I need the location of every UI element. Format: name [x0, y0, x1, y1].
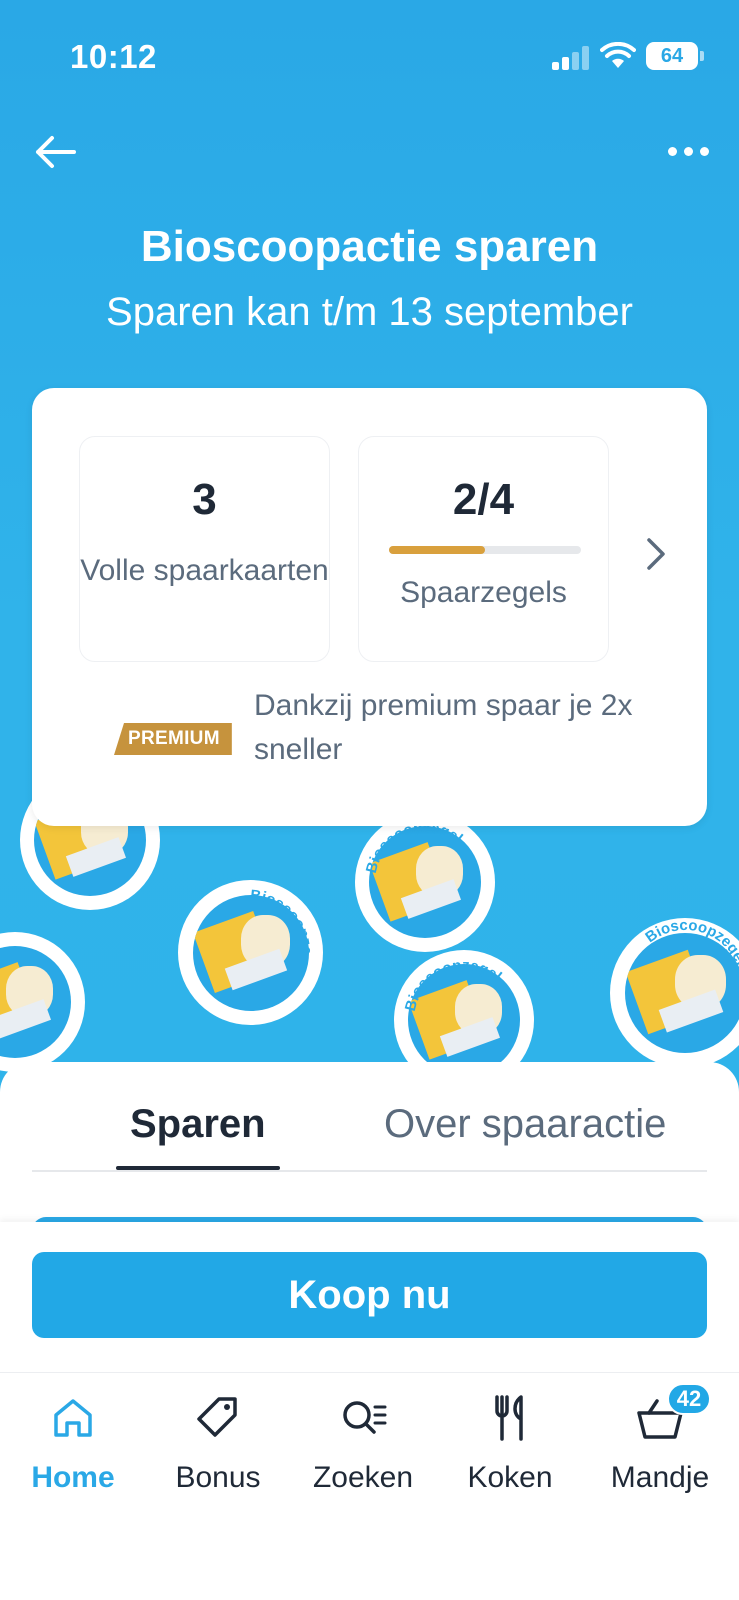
tab-divider [32, 1170, 707, 1172]
status-bar: 10:12 64 [0, 0, 739, 110]
svg-text:Bioscoopzegel: Bioscoopzegel [402, 957, 505, 1013]
battery-icon: 64 [646, 42, 704, 70]
page-subtitle: Sparen kan t/m 13 september [106, 290, 633, 334]
savings-summary-card[interactable]: 3 Volle spaarkaarten 2/4 Spaarzegels PRE… [32, 388, 707, 826]
stamps-progress-bar [389, 546, 581, 554]
nav-label-bonus: Bonus [175, 1461, 261, 1494]
bottom-navigation: Home Bonus Zoeken Koken 42 Mandje [0, 1372, 739, 1600]
sticker-label: Bioscoopzegel [402, 957, 505, 1013]
stamps-progress-fill [389, 546, 485, 554]
cellular-signal-icon [552, 46, 592, 70]
sticker-image: Bioscoopzegel [610, 918, 739, 1068]
nav-item-bonus[interactable]: Bonus [148, 1393, 288, 1495]
stamps-label: Spaarzegels [400, 576, 567, 609]
chevron-right-icon[interactable] [640, 534, 670, 574]
status-time: 10:12 [70, 38, 157, 75]
page-title: Bioscoopactie sparen [140, 222, 599, 271]
sticker-label: Bioscoopzegel [363, 819, 466, 875]
full-cards-label: Volle spaarkaarten [80, 554, 329, 587]
buy-area: Koop nu [0, 1222, 739, 1372]
hero-banner: 10:12 64 Bioscoopactie sparen Sparen kan… [0, 0, 739, 1120]
svg-text:Bioscoopzegel: Bioscoopzegel [363, 819, 466, 875]
tab-over-spaaractie[interactable]: Over spaaractie [384, 1102, 666, 1147]
full-cards-stat: 3 Volle spaarkaarten [79, 436, 330, 662]
nav-label-mandje: Mandje [610, 1461, 710, 1494]
more-options-icon[interactable] [664, 136, 714, 166]
sticker-image [0, 932, 85, 1072]
buy-now-button[interactable]: Koop nu [32, 1252, 707, 1338]
premium-info-text: Dankzij premium spaar je 2x sneller [254, 689, 633, 766]
back-arrow-icon[interactable] [30, 130, 80, 174]
stamps-stat: 2/4 Spaarzegels [358, 436, 609, 662]
nav-label-zoeken: Zoeken [312, 1461, 414, 1494]
tab-sparen[interactable]: Sparen [130, 1102, 266, 1147]
premium-badge: PREMIUM [114, 723, 232, 755]
nav-label-home: Home [31, 1461, 115, 1494]
home-icon [54, 1399, 92, 1437]
nav-item-mandje[interactable]: 42 Mandje [590, 1383, 730, 1495]
fork-knife-icon [495, 1395, 523, 1441]
sticker-label: Bioscoopzegel [178, 880, 315, 955]
svg-text:Bioscoopzegel: Bioscoopzegel [642, 918, 739, 968]
nav-item-home[interactable]: Home [3, 1393, 143, 1495]
cart-count-badge: 42 [667, 1383, 711, 1415]
svg-text:Bioscoopzegel: Bioscoopzegel [178, 880, 315, 955]
search-list-icon [343, 1401, 387, 1434]
battery-level: 64 [660, 45, 684, 67]
nav-label-koken: Koken [467, 1461, 553, 1494]
sticker-image: Bioscoopzegel [355, 812, 495, 952]
sticker-image: Bioscoopzegel [178, 880, 323, 1025]
nav-item-koken[interactable]: Koken [440, 1393, 580, 1495]
sticker-label: Bioscoopzegel [642, 918, 739, 968]
nav-item-zoeken[interactable]: Zoeken [293, 1393, 433, 1495]
wifi-icon [600, 42, 636, 68]
basket-wrapper: 42 [635, 1383, 711, 1443]
stamps-count: 2/4 [452, 475, 515, 524]
tag-icon [197, 1397, 237, 1437]
full-cards-count: 3 [192, 475, 217, 524]
